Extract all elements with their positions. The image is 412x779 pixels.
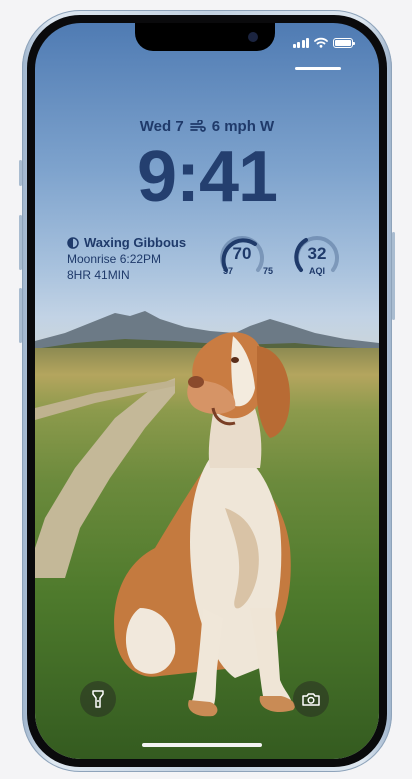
temperature-low: 57 [223,266,234,276]
temperature-widget[interactable]: 70 57 75 [217,231,273,281]
power-button [392,232,395,320]
aqi-widget[interactable]: 32 AQI [292,231,342,281]
temperature-value: 70 [232,244,252,263]
date-weather-row: Wed 7 6 mph W [35,118,379,135]
lock-screen[interactable]: Wed 7 6 mph W 9:41 Waxing Gibbous Moonri… [35,23,379,759]
flashlight-icon [92,690,104,708]
moon-duration: 8HR 41MIN [67,268,130,282]
moon-widget[interactable]: Waxing Gibbous Moonrise 6:22PM 8HR 41MIN [67,235,186,282]
action-button [19,160,22,186]
moon-phase-row: Waxing Gibbous [67,235,186,250]
moon-phase: Waxing Gibbous [84,235,187,250]
battery-icon [333,37,355,48]
aqi-label: AQI [308,266,325,276]
control-center-indicator[interactable] [295,67,341,70]
dynamic-island [135,23,275,51]
wifi-icon [314,37,328,48]
dog-photo [114,332,295,717]
camera-button[interactable] [293,681,329,717]
front-camera-icon [248,32,258,42]
volume-down-button [19,288,22,343]
temperature-range: 57 75 [217,266,279,276]
flashlight-button[interactable] [80,681,116,717]
iphone-frame: Wed 7 6 mph W 9:41 Waxing Gibbous Moonri… [19,10,395,772]
temperature-high: 75 [262,266,273,276]
clock[interactable]: 9:41 [35,141,379,213]
camera-icon [302,693,320,706]
half-moon-icon [67,236,79,249]
status-bar [292,37,355,48]
date-label: Wed 7 [139,118,184,135]
moonrise: Moonrise 6:22PM [67,252,162,266]
signal-icon [292,37,309,48]
wind-icon [189,120,206,132]
home-indicator[interactable] [142,743,262,747]
volume-up-button [19,215,22,270]
wind-label: 6 mph W [211,118,275,135]
aqi-value: 32 [307,244,327,263]
